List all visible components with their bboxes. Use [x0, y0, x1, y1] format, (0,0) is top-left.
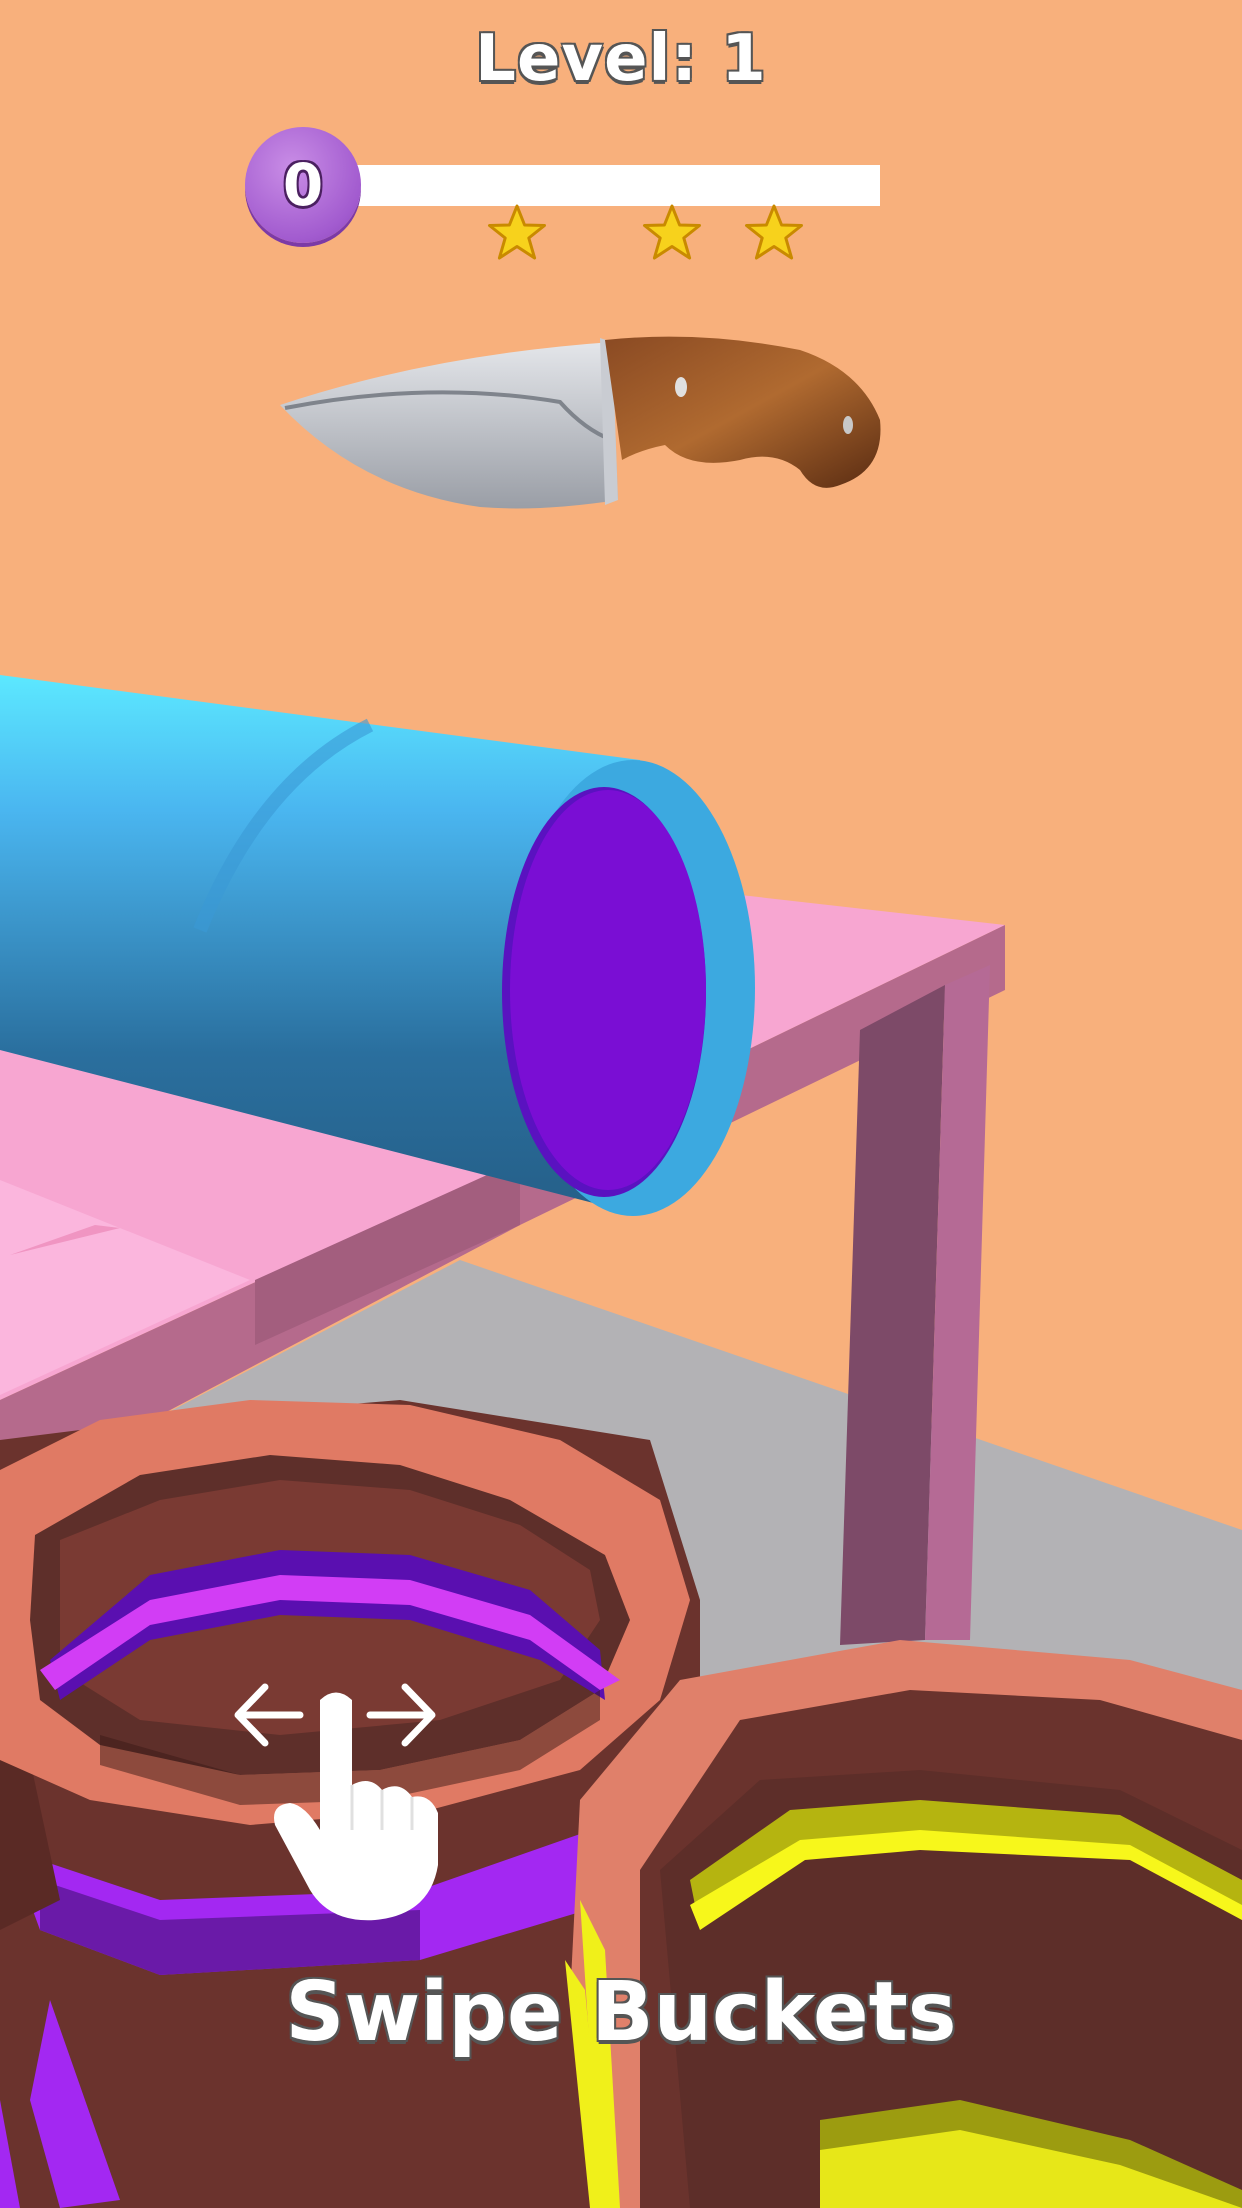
star-icon [643, 204, 701, 260]
star-icon [488, 204, 546, 260]
level-title: Level: 1 [475, 22, 767, 96]
star-icon [745, 204, 803, 260]
game-scene[interactable] [0, 0, 1242, 2208]
score-value: 0 [282, 151, 324, 219]
knife-icon [280, 336, 881, 509]
score-badge: 0 [245, 127, 361, 243]
swipe-hand-icon [234, 1683, 438, 1921]
hint-label: Swipe Buckets [285, 1965, 957, 2060]
level-progress-bar [355, 165, 880, 206]
